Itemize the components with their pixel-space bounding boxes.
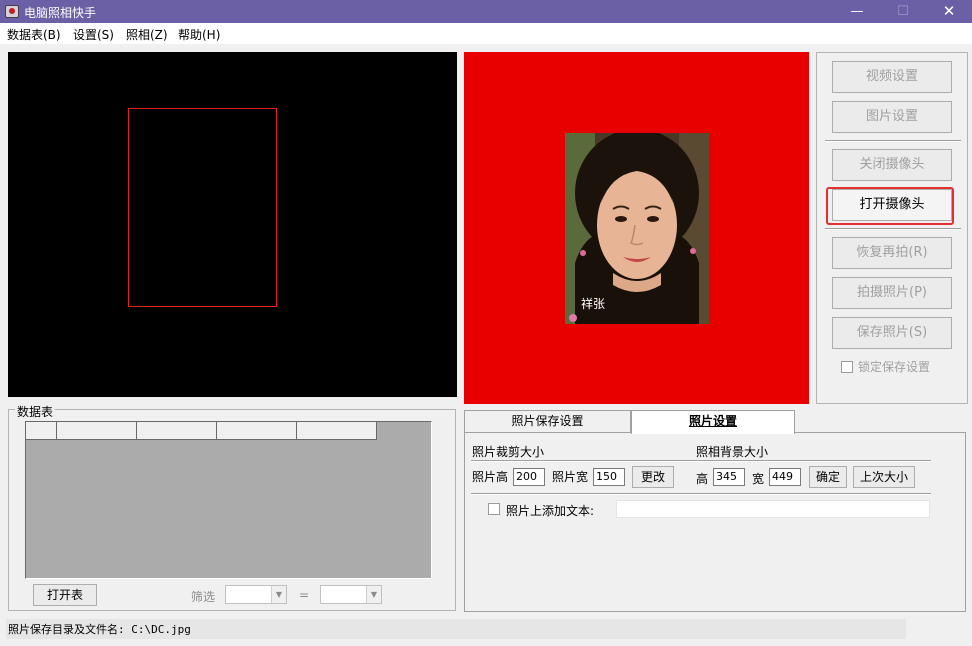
tab-save-settings[interactable]: 照片保存设置 bbox=[464, 410, 631, 432]
minimize-button[interactable]: — bbox=[834, 0, 880, 23]
lock-save-label: 锁定保存设置 bbox=[858, 360, 931, 374]
title-bar: 电脑照相快手 — ☐ ✕ bbox=[0, 0, 972, 23]
filter-field-select[interactable]: ▼ bbox=[225, 585, 287, 604]
grid-row-header[interactable] bbox=[26, 422, 57, 440]
crop-size-title: 照片裁剪大小 bbox=[472, 445, 545, 459]
captured-photo: 祥张 bbox=[565, 133, 709, 324]
confirm-button[interactable]: 确定 bbox=[809, 466, 847, 488]
image-settings-button[interactable]: 图片设置 bbox=[832, 101, 952, 133]
filter-value-select[interactable]: ▼ bbox=[320, 585, 382, 604]
grid-column-header[interactable] bbox=[217, 422, 297, 440]
close-button[interactable]: ✕ bbox=[926, 0, 972, 23]
menu-data-table[interactable]: 数据表(B) bbox=[7, 26, 61, 43]
divider bbox=[825, 228, 961, 230]
close-camera-button[interactable]: 关闭摄像头 bbox=[832, 149, 952, 181]
open-camera-button[interactable]: 打开摄像头 bbox=[832, 189, 952, 221]
photo-settings-panel: 照片裁剪大小 照相背景大小 照片高 200 照片宽 150 更改 高 345 宽… bbox=[464, 432, 966, 612]
change-size-button[interactable]: 更改 bbox=[632, 466, 674, 488]
grid-column-header[interactable] bbox=[297, 422, 377, 440]
data-table-label: 数据表 bbox=[15, 403, 56, 420]
add-text-checkbox[interactable] bbox=[488, 503, 500, 515]
tab-photo-settings[interactable]: 照片设置 bbox=[631, 410, 795, 434]
video-settings-button[interactable]: 视频设置 bbox=[832, 61, 952, 93]
divider bbox=[825, 140, 961, 142]
bg-width-input[interactable]: 449 bbox=[769, 468, 801, 486]
add-text-label: 照片上添加文本: bbox=[506, 504, 595, 518]
photo-width-label: 照片宽 bbox=[552, 470, 589, 484]
window-title: 电脑照相快手 bbox=[24, 6, 97, 20]
chevron-down-icon[interactable]: ▼ bbox=[271, 586, 286, 603]
grid-column-header[interactable] bbox=[57, 422, 137, 440]
settings-tabs: 照片保存设置 照片设置 照片裁剪大小 照相背景大小 照片高 200 照片宽 15… bbox=[464, 410, 966, 612]
divider bbox=[471, 460, 931, 462]
chevron-down-icon[interactable]: ▼ bbox=[366, 586, 381, 603]
data-table-group: 数据表 打开表 筛选 ▼ = ▼ bbox=[8, 403, 456, 611]
open-table-button[interactable]: 打开表 bbox=[33, 584, 97, 606]
bg-width-label: 宽 bbox=[752, 472, 765, 486]
status-bar: 照片保存目录及文件名: C:\DC.jpg bbox=[6, 619, 906, 639]
menu-settings[interactable]: 设置(S) bbox=[73, 26, 114, 43]
control-panel: 视频设置 图片设置 关闭摄像头 打开摄像头 恢复再拍(R) 拍摄照片(P) 保存… bbox=[816, 52, 968, 404]
maximize-button[interactable]: ☐ bbox=[880, 0, 926, 23]
save-photo-button[interactable]: 保存照片(S) bbox=[832, 317, 952, 349]
menu-photo[interactable]: 照相(Z) bbox=[126, 26, 168, 43]
lock-save-settings[interactable]: 锁定保存设置 bbox=[841, 358, 930, 375]
background-size-title: 照相背景大小 bbox=[696, 445, 769, 459]
last-size-button[interactable]: 上次大小 bbox=[853, 466, 915, 488]
bg-height-label: 高 bbox=[696, 472, 709, 486]
photo-width-input[interactable]: 150 bbox=[593, 468, 625, 486]
photo-background: 祥张 bbox=[464, 52, 809, 404]
data-grid[interactable] bbox=[25, 421, 432, 579]
save-path-status: 照片保存目录及文件名: C:\DC.jpg bbox=[8, 623, 191, 636]
grid-column-header[interactable] bbox=[137, 422, 217, 440]
take-photo-button[interactable]: 拍摄照片(P) bbox=[832, 277, 952, 309]
camera-preview bbox=[8, 52, 457, 397]
retake-button[interactable]: 恢复再拍(R) bbox=[832, 237, 952, 269]
camera-app-icon bbox=[5, 5, 19, 18]
photo-caption: 祥张 bbox=[580, 297, 605, 311]
crop-frame[interactable] bbox=[128, 108, 277, 307]
menu-bar: 数据表(B) 设置(S) 照相(Z) 帮助(H) bbox=[0, 23, 972, 44]
photo-height-label: 照片高 bbox=[472, 470, 509, 484]
divider bbox=[471, 493, 931, 495]
bg-height-input[interactable]: 345 bbox=[713, 468, 745, 486]
photo-text-input[interactable] bbox=[616, 500, 930, 518]
filter-label: 筛选 bbox=[191, 590, 216, 604]
menu-help[interactable]: 帮助(H) bbox=[178, 26, 220, 43]
equals-label: = bbox=[299, 588, 310, 602]
photo-height-input[interactable]: 200 bbox=[513, 468, 545, 486]
lock-save-checkbox[interactable] bbox=[841, 361, 853, 373]
